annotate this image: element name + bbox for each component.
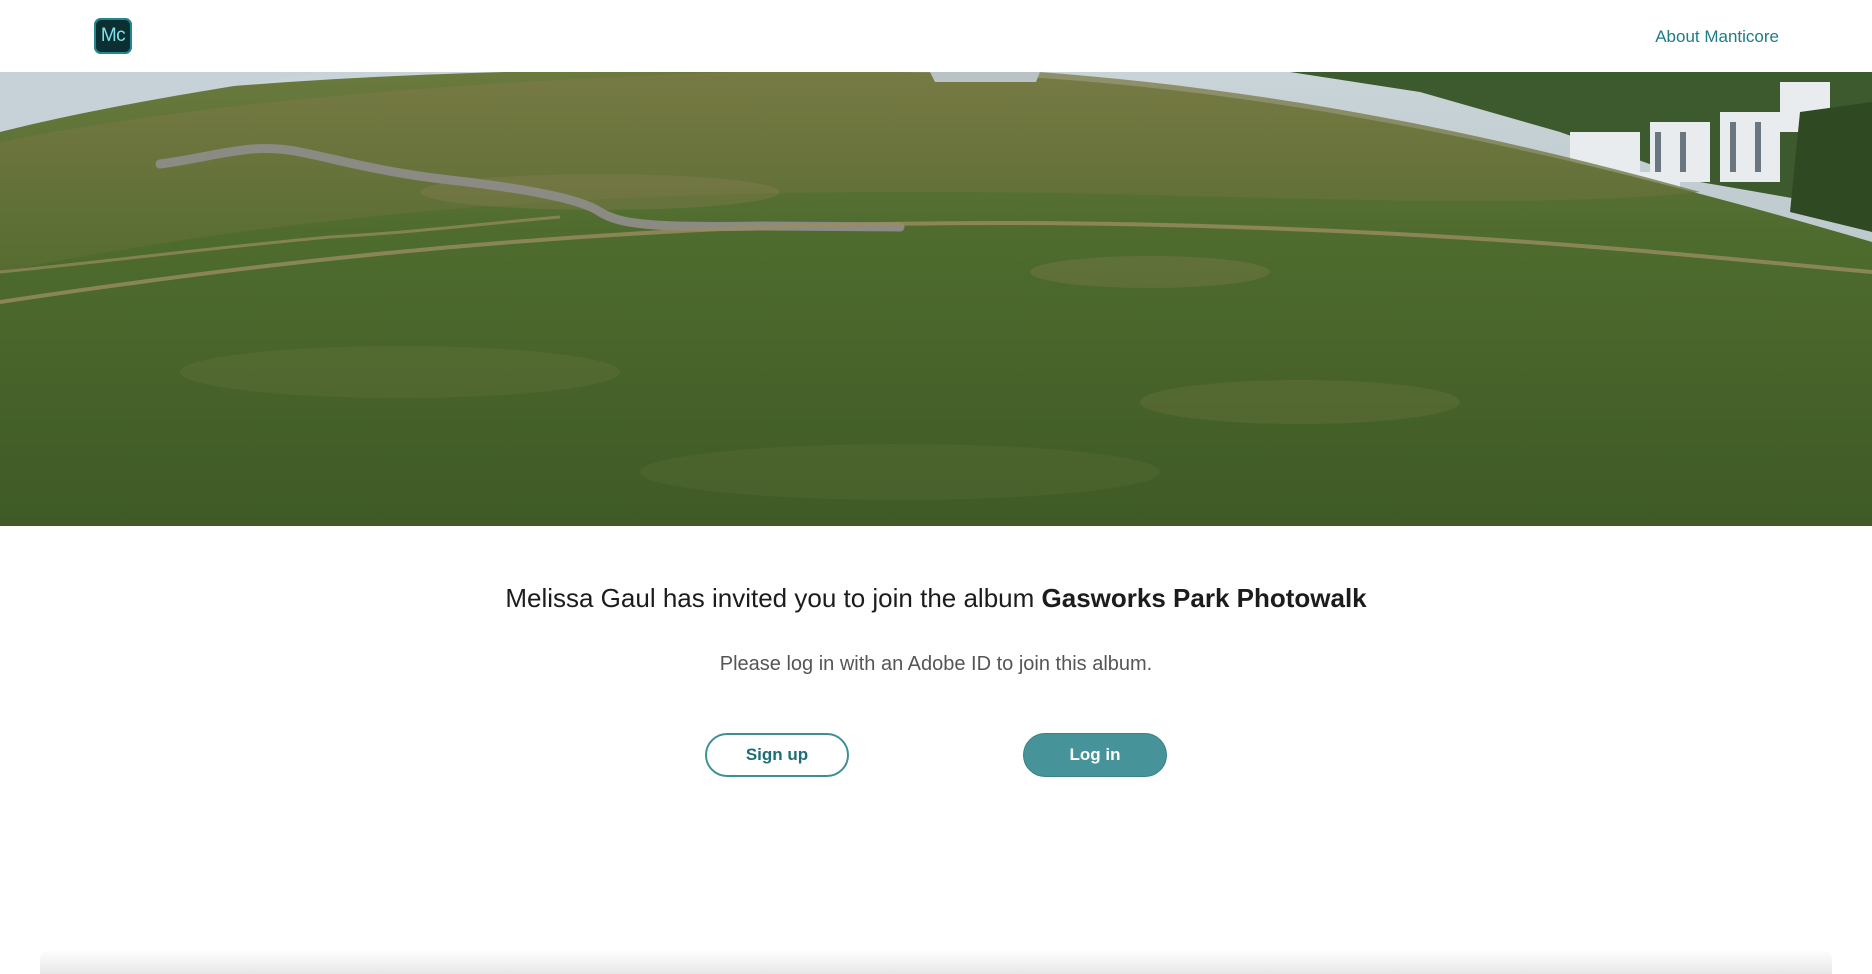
invite-page: Mc About Manticore Melissa Gaul has invi… xyxy=(0,0,1872,974)
invite-subtitle: Please log in with an Adobe ID to join t… xyxy=(719,653,1153,675)
invite-title: Melissa Gaul has invited you to join the… xyxy=(0,583,1872,614)
hero-image xyxy=(0,72,1872,526)
sign-up-button[interactable]: Sign up xyxy=(705,733,849,777)
app-logo[interactable]: Mc xyxy=(94,18,132,54)
album-name: Gasworks Park Photowalk xyxy=(1041,583,1367,613)
landscape-photo xyxy=(0,72,1872,526)
logo-text: Mc xyxy=(100,25,126,46)
invite-message: has invited you to join the album xyxy=(655,583,1042,613)
bottom-panel-edge xyxy=(40,950,1832,974)
top-bar: Mc About Manticore xyxy=(0,0,1872,72)
inviter-name: Melissa Gaul xyxy=(505,583,656,613)
about-link[interactable]: About Manticore xyxy=(1655,27,1779,47)
log-in-button[interactable]: Log in xyxy=(1023,733,1167,777)
